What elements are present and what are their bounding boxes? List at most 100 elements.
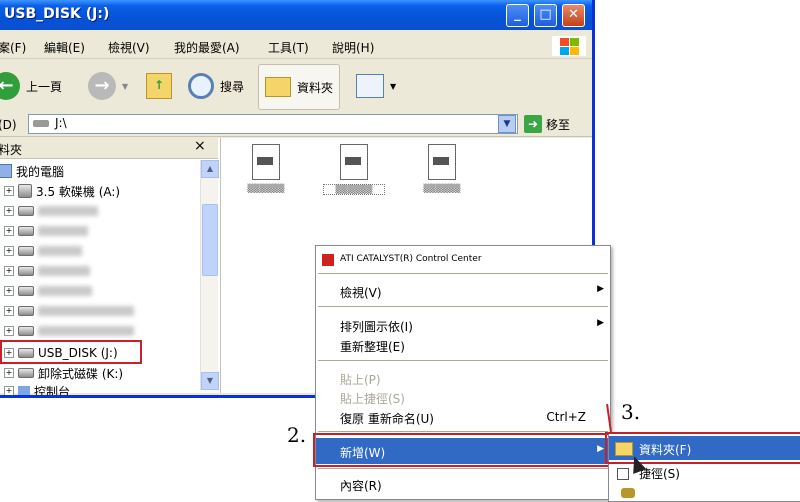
scroll-up-icon[interactable]: ▲ xyxy=(201,160,219,178)
back-label: 上一頁 xyxy=(26,79,63,94)
file-item[interactable]: ▒▒▒▒▒▒ xyxy=(323,144,385,195)
address-dropdown-button[interactable]: ▼ xyxy=(498,115,516,133)
menu-separator xyxy=(318,306,608,307)
address-label: 止(D) xyxy=(0,118,17,132)
tree-item-drive[interactable]: + xyxy=(4,202,98,220)
folder-pane: 料夾 × 我的電腦 + 3.5 軟碟機 (A:) + + + + + + + +… xyxy=(0,138,221,395)
menu-item-properties[interactable]: 內容(R) xyxy=(316,473,610,495)
menu-item-label: 重新整理(E) xyxy=(340,340,405,354)
search-label: 搜尋 xyxy=(220,79,245,94)
computer-icon xyxy=(0,164,12,178)
expand-icon[interactable]: + xyxy=(4,306,14,316)
menu-view[interactable]: 檢視(V) xyxy=(108,39,150,56)
up-folder-button[interactable]: ↑ xyxy=(146,68,172,104)
expand-icon[interactable]: + xyxy=(4,386,14,395)
tree-item-drive[interactable]: + xyxy=(4,282,92,300)
address-value: J:\ xyxy=(55,116,67,130)
menu-item-undo-rename[interactable]: 復原 重新命名(U) Ctrl+Z xyxy=(316,406,610,428)
submenu-arrow-icon: ▶ xyxy=(597,284,604,294)
submenu-arrow-icon: ▶ xyxy=(597,318,604,328)
tree-item-drive[interactable]: + xyxy=(4,322,134,340)
maximize-button[interactable]: □ xyxy=(534,4,557,27)
scroll-down-icon[interactable]: ▼ xyxy=(201,372,219,390)
drive-icon xyxy=(18,286,34,296)
expand-icon[interactable]: + xyxy=(4,286,14,296)
window-title: USB_DISK (J:) xyxy=(4,6,110,22)
menu-item-label: 檢視(V) xyxy=(340,286,382,300)
folder-pane-title: 料夾 xyxy=(0,143,23,157)
toolbar: ← 上一頁 → ▼ ↑ 搜尋 資料夾 ▼ xyxy=(0,60,592,113)
folder-pane-header: 料夾 × xyxy=(0,138,218,159)
views-button[interactable]: ▼ xyxy=(356,68,396,104)
tree-item-control-panel[interactable]: + 控制台 xyxy=(4,382,70,395)
document-icon xyxy=(428,144,456,180)
menu-tools[interactable]: 工具(T) xyxy=(268,39,309,56)
forward-button[interactable]: → ▼ xyxy=(88,68,128,104)
address-input[interactable]: J:\ xyxy=(28,114,518,134)
menu-item-label: ATI CATALYST(R) Control Center xyxy=(340,254,482,264)
search-icon xyxy=(188,73,214,99)
file-item[interactable]: ▒▒▒▒▒▒ xyxy=(235,144,297,193)
folder-icon xyxy=(265,77,291,97)
menu-separator xyxy=(318,431,608,432)
go-label: 移至 xyxy=(546,117,571,132)
tree-item-drive[interactable]: + xyxy=(4,222,88,240)
menu-separator xyxy=(318,468,608,469)
menu-item-refresh[interactable]: 重新整理(E) xyxy=(316,334,610,356)
expand-icon[interactable]: + xyxy=(4,266,14,276)
document-icon xyxy=(340,144,368,180)
menu-edit[interactable]: 編輯(E) xyxy=(44,39,85,56)
usb-disk-highlight-box xyxy=(0,340,142,364)
menu-file[interactable]: 案(F) xyxy=(0,39,26,56)
redacted-label xyxy=(38,206,98,216)
folders-button[interactable]: 資料夾 xyxy=(258,64,341,110)
menu-favorites[interactable]: 我的最愛(A) xyxy=(174,39,240,56)
folder-pane-scrollbar[interactable]: ▲ ▼ xyxy=(200,160,219,390)
expand-icon[interactable]: + xyxy=(4,186,14,196)
forward-dropdown-icon: ▼ xyxy=(122,81,129,91)
redacted-label xyxy=(38,286,92,296)
back-button[interactable]: ← 上一頁 xyxy=(0,68,62,104)
go-button[interactable]: ➜ 移至 xyxy=(524,115,570,133)
control-panel-icon xyxy=(18,386,30,395)
step-label-2: 2. xyxy=(287,423,307,447)
redacted-label xyxy=(38,226,88,236)
expand-icon[interactable]: + xyxy=(4,368,14,378)
tree-item-removable-disk[interactable]: + 卸除式磁碟 (K:) xyxy=(4,364,123,382)
menu-bar: 案(F) 編輯(E) 檢視(V) 我的最愛(A) 工具(T) 說明(H) xyxy=(0,34,592,59)
floppy-icon xyxy=(18,184,32,198)
expand-icon[interactable]: + xyxy=(4,326,14,336)
tree-item-drive[interactable]: + xyxy=(4,262,90,280)
menu-help[interactable]: 說明(H) xyxy=(332,39,374,56)
tree-item-floppy[interactable]: + 3.5 軟碟機 (A:) xyxy=(4,182,120,200)
redacted-file-name: ▒▒▒▒▒▒ xyxy=(247,184,285,193)
drive-icon xyxy=(18,206,34,216)
file-item[interactable]: ▒▒▒▒▒▒ xyxy=(411,144,473,193)
up-folder-icon: ↑ xyxy=(146,73,172,99)
close-button[interactable]: ✕ xyxy=(562,4,585,27)
folder-pane-close-icon[interactable]: × xyxy=(194,138,206,154)
drive-icon xyxy=(18,306,34,316)
minimize-button[interactable]: _ xyxy=(506,4,529,27)
tree-item-drive[interactable]: + xyxy=(4,242,82,260)
menu-item-view[interactable]: 檢視(V) ▶ xyxy=(316,280,610,302)
expand-icon[interactable]: + xyxy=(4,206,14,216)
redacted-label xyxy=(38,266,90,276)
menu-item-label: 復原 重新命名(U) xyxy=(340,412,434,426)
title-bar[interactable]: USB_DISK (J:) _ □ ✕ xyxy=(0,0,592,30)
expand-icon[interactable]: + xyxy=(4,246,14,256)
drive-icon xyxy=(18,326,34,336)
item-icon xyxy=(621,488,635,498)
menu-item-arrange-icons[interactable]: 排列圖示依(I) ▶ xyxy=(316,314,610,336)
expand-icon[interactable]: + xyxy=(4,226,14,236)
go-arrow-icon: ➜ xyxy=(524,115,542,133)
menu-separator xyxy=(318,360,608,361)
tree-item-label: 卸除式磁碟 (K:) xyxy=(38,366,124,381)
tree-item-drive[interactable]: + xyxy=(4,302,134,320)
drive-icon xyxy=(33,120,49,127)
tree-item-my-computer[interactable]: 我的電腦 xyxy=(0,162,64,180)
scroll-thumb[interactable] xyxy=(202,204,218,276)
step-label-3: 3. xyxy=(621,400,641,424)
menu-item-ati[interactable]: ATI CATALYST(R) Control Center xyxy=(316,248,610,270)
search-button[interactable]: 搜尋 xyxy=(188,68,244,104)
